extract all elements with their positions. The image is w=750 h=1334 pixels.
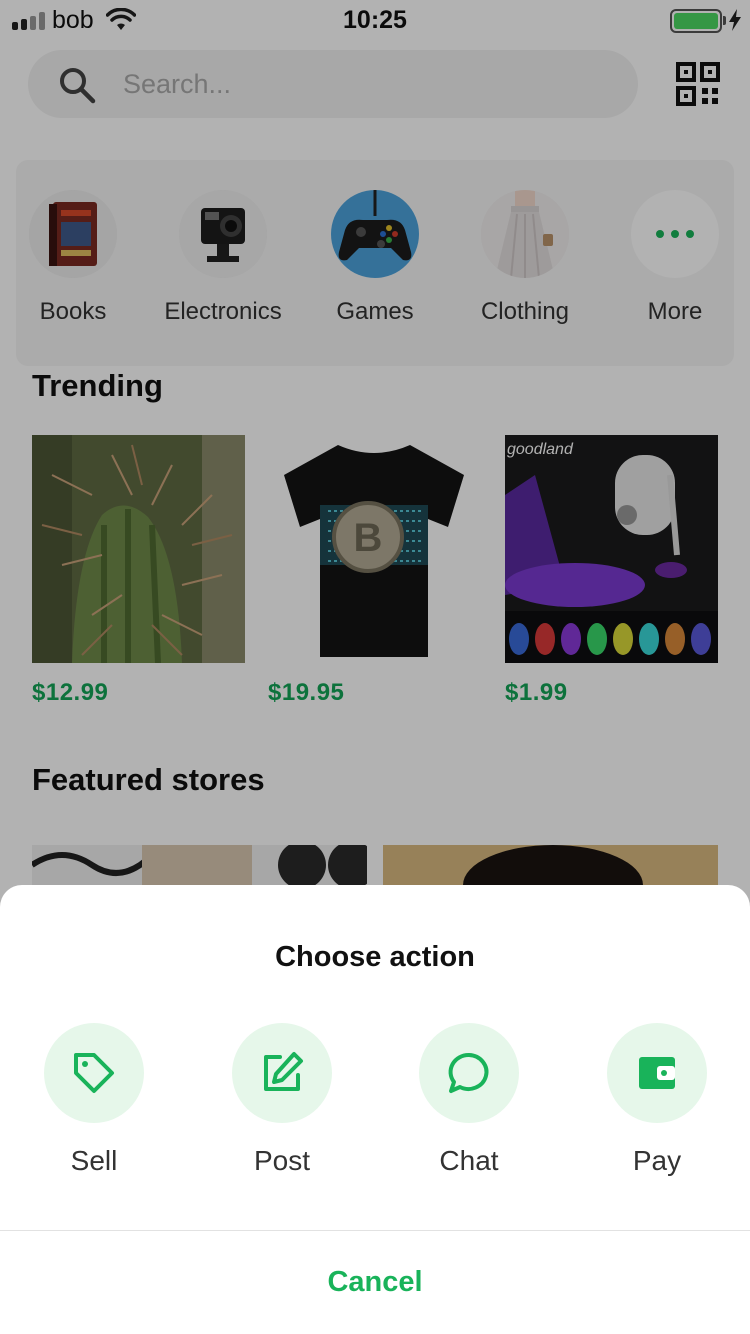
- action-label: Post: [253, 1145, 311, 1176]
- action-label: Chat: [439, 1145, 499, 1176]
- chat-bubble-icon: [419, 1023, 519, 1123]
- action-label: Sell: [70, 1145, 118, 1176]
- action-chat[interactable]: Chat: [394, 1023, 544, 1177]
- action-sheet-title: Choose action: [275, 941, 475, 973]
- action-label: Pay: [632, 1145, 682, 1176]
- edit-icon: [232, 1023, 332, 1123]
- wallet-icon: [607, 1023, 707, 1123]
- action-post[interactable]: Post: [207, 1023, 357, 1177]
- action-sheet: Choose action Sell Post Chat Pay Cancel: [0, 885, 750, 1334]
- cancel-button[interactable]: Cancel: [0, 1231, 750, 1334]
- tag-icon: [44, 1023, 144, 1123]
- app-screen: bob 10:25 Search... Books Electronics Ga…: [0, 0, 750, 1334]
- action-sell[interactable]: Sell: [19, 1023, 169, 1177]
- action-pay[interactable]: Pay: [582, 1023, 732, 1177]
